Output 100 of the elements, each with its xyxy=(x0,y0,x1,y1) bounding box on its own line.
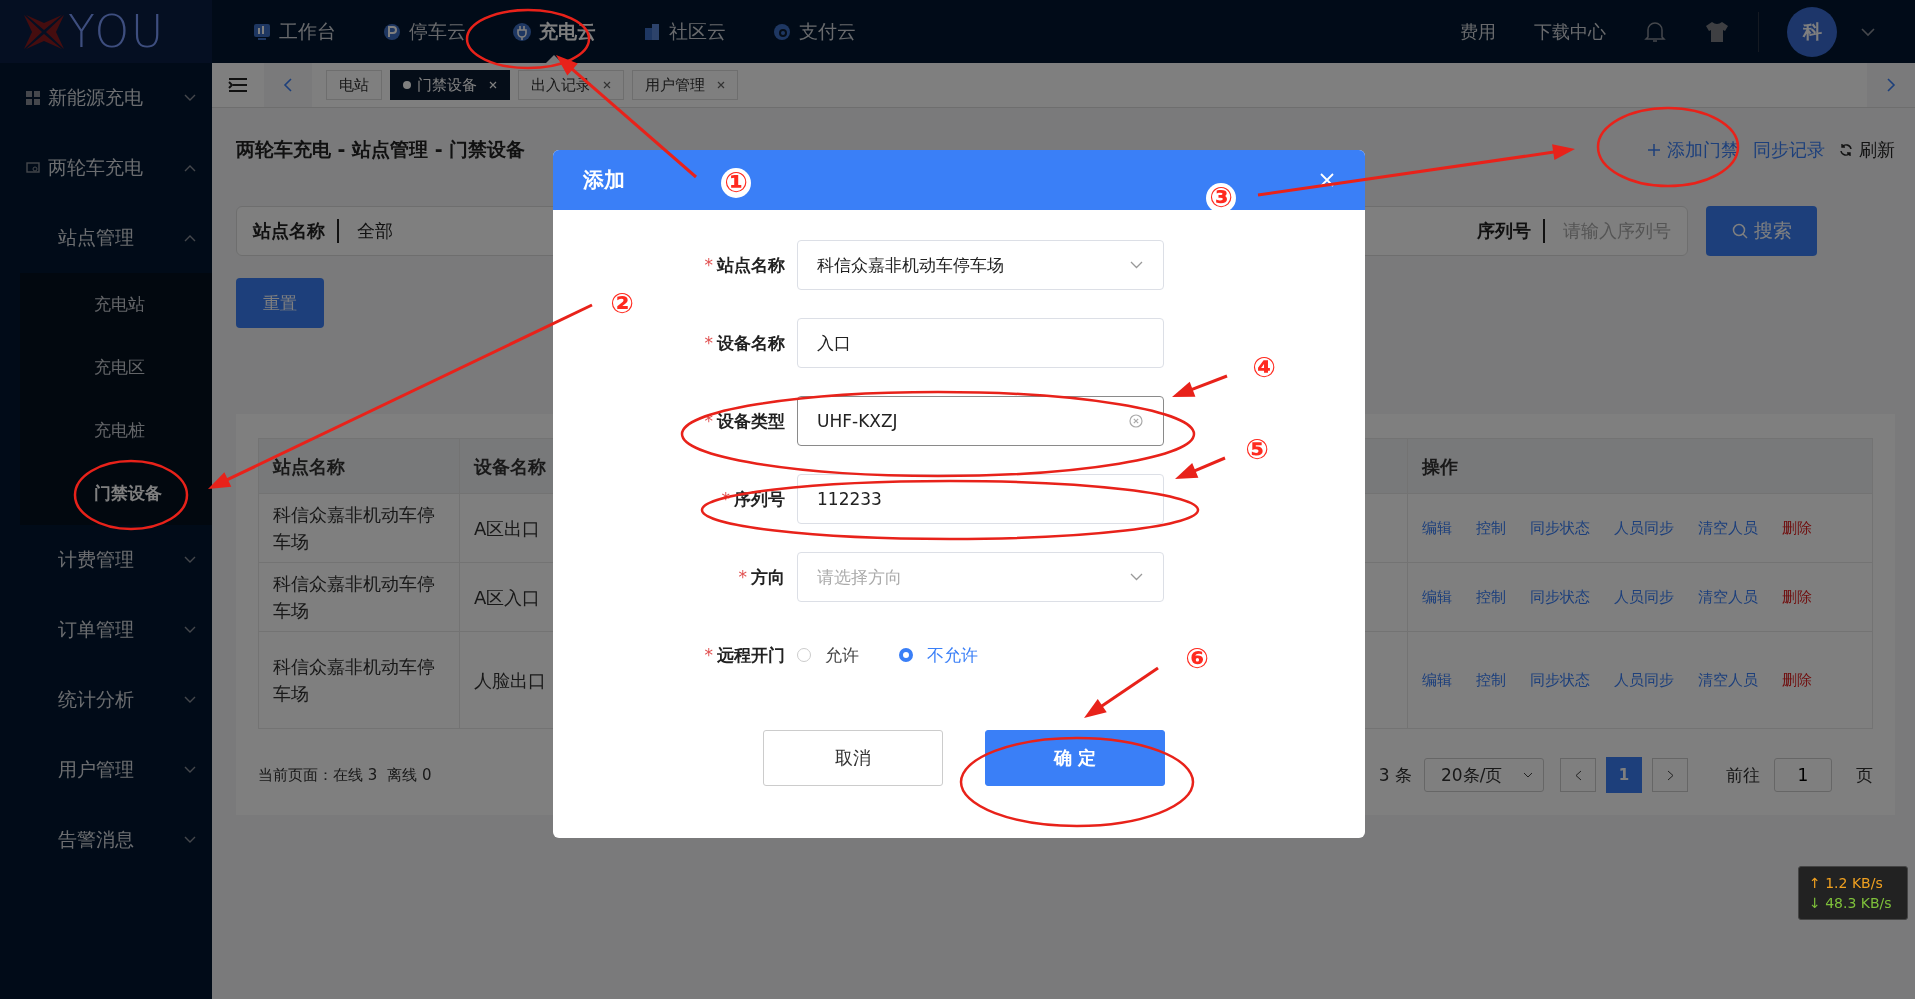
select-field[interactable]: 科信众嘉非机动车停车场 xyxy=(797,240,1164,290)
chevron-down-icon xyxy=(1130,261,1143,269)
sync-log-link[interactable]: 同步记录 xyxy=(1753,138,1825,162)
row-action-link[interactable]: 控制 xyxy=(1476,585,1506,609)
field-label: * 设备名称 xyxy=(703,331,786,355)
shirt-icon[interactable] xyxy=(1704,19,1730,44)
page-tab[interactable]: 门禁设备 xyxy=(390,70,510,100)
menu-item[interactable]: 新能源充电 xyxy=(0,63,212,133)
top-link[interactable]: 下载中心 xyxy=(1534,19,1606,44)
table-cell-text: 科信众嘉非机动车停车场 xyxy=(272,503,436,554)
column-header: 操作 xyxy=(1407,439,1872,493)
goto-label: 前往 xyxy=(1726,763,1760,787)
user-avatar[interactable]: 科 xyxy=(1787,6,1837,57)
text-field[interactable]: 112233 xyxy=(797,474,1164,524)
page-suffix: 页 xyxy=(1856,763,1873,787)
row-action-link[interactable]: 人员同步 xyxy=(1614,516,1674,540)
text-field[interactable]: 入口 xyxy=(797,318,1164,368)
chevron-up-icon xyxy=(184,164,196,172)
row-action-link[interactable]: 删除 xyxy=(1782,585,1812,609)
row-action-link[interactable]: 清空人员 xyxy=(1698,516,1758,540)
page-tab[interactable]: 电站 xyxy=(326,70,382,100)
reset-button[interactable]: 重置 xyxy=(236,278,324,328)
page-tab[interactable]: 用户管理 xyxy=(632,70,738,100)
nav-item[interactable]: 支付云 xyxy=(752,0,876,63)
refresh-button[interactable]: 刷新 xyxy=(1839,138,1895,162)
chevron-down-icon[interactable] xyxy=(1861,26,1875,37)
bell-icon[interactable] xyxy=(1644,19,1666,44)
clear-icon[interactable] xyxy=(1129,414,1143,428)
chevron-right-icon xyxy=(1886,78,1896,92)
chevron-down-icon xyxy=(184,626,196,634)
field-label: * 远程开门 xyxy=(703,643,786,667)
status-text: 当前页面：在线 3 xyxy=(258,765,378,785)
menu-item[interactable]: 订单管理 xyxy=(0,595,212,665)
row-action-link[interactable]: 人员同步 xyxy=(1614,585,1674,609)
building-icon xyxy=(642,21,662,42)
chevron-down-icon xyxy=(184,94,196,102)
chevron-left-icon xyxy=(1574,769,1582,781)
row-action-link[interactable]: 清空人员 xyxy=(1698,668,1758,692)
total-count: 3 条 xyxy=(1378,763,1412,787)
menu-item[interactable]: 站点管理 xyxy=(0,203,212,273)
page-size-select[interactable]: 20条/页 xyxy=(1424,758,1544,792)
search-button[interactable]: 搜索 xyxy=(1706,206,1817,256)
step-number: ② xyxy=(610,287,634,320)
menu-item[interactable]: 统计分析 xyxy=(0,665,212,735)
refresh-icon xyxy=(1839,143,1853,157)
cancel-button[interactable]: 取消 xyxy=(763,730,943,786)
menu-icon[interactable] xyxy=(228,77,248,93)
row-action-link[interactable]: 编辑 xyxy=(1422,585,1452,609)
row-action-link[interactable]: 人员同步 xyxy=(1614,668,1674,692)
radio-option[interactable]: 不允许 xyxy=(899,643,978,667)
menu-item[interactable]: 充电站 xyxy=(20,273,212,336)
plug-icon xyxy=(512,21,532,42)
menu-item[interactable]: 告警消息 xyxy=(0,805,212,875)
radio-option[interactable]: 允许 xyxy=(797,643,859,667)
field-label: * 方向 xyxy=(737,565,786,589)
page-number[interactable]: 1 xyxy=(1606,757,1642,793)
nav-item[interactable]: 社区云 xyxy=(622,0,746,63)
upload-speed: ↑ 1.2 KB/s xyxy=(1809,873,1884,893)
page-title: 两轮车充电 - 站点管理 - 门禁设备 xyxy=(236,137,526,162)
confirm-button[interactable]: 确 定 xyxy=(985,730,1165,786)
row-action-link[interactable]: 同步状态 xyxy=(1530,516,1590,540)
chevron-down-icon xyxy=(1130,573,1143,581)
nav-item[interactable]: 停车云 xyxy=(362,0,486,63)
row-action-link[interactable]: 同步状态 xyxy=(1530,585,1590,609)
text-field[interactable]: UHF-KXZJ xyxy=(797,396,1164,446)
menu-item[interactable]: 充电桩 xyxy=(20,399,212,462)
table-cell-text: 科信众嘉非机动车停车场 xyxy=(272,655,436,706)
logo-text: YOU xyxy=(68,6,166,57)
goto-page-field[interactable]: 1 xyxy=(1774,758,1832,792)
table-cell-text: 科信众嘉非机动车停车场 xyxy=(272,572,436,623)
menu-item[interactable]: 计费管理 xyxy=(0,525,212,595)
annotation-arrow xyxy=(1172,374,1228,397)
menu-item[interactable]: 用户管理 xyxy=(0,735,212,805)
grid-icon xyxy=(26,91,40,105)
next-page-button[interactable] xyxy=(1652,758,1688,792)
row-action-link[interactable]: 删除 xyxy=(1782,668,1812,692)
status-text: 离线 0 xyxy=(387,765,432,785)
row-action-link[interactable]: 控制 xyxy=(1476,668,1506,692)
row-action-link[interactable]: 控制 xyxy=(1476,516,1506,540)
row-action-link[interactable]: 删除 xyxy=(1782,516,1812,540)
prev-page-button[interactable] xyxy=(1560,758,1596,792)
menu-item[interactable]: 充电区 xyxy=(20,336,212,399)
nav-item[interactable]: 工作台 xyxy=(232,0,356,63)
menu-item[interactable]: 门禁设备 xyxy=(20,462,212,525)
select-field[interactable]: 请选择方向 xyxy=(797,552,1164,602)
close-icon[interactable] xyxy=(717,81,725,89)
row-action-link[interactable]: 编辑 xyxy=(1422,668,1452,692)
row-action-link[interactable]: 清空人员 xyxy=(1698,585,1758,609)
chevron-down-icon xyxy=(184,696,196,704)
row-action-link[interactable]: 同步状态 xyxy=(1530,668,1590,692)
parking-icon xyxy=(382,21,402,42)
row-action-link[interactable]: 编辑 xyxy=(1422,516,1452,540)
search-icon xyxy=(1731,223,1748,239)
dialog-title: 添加 xyxy=(583,167,625,194)
field-label: * 站点名称 xyxy=(703,253,786,277)
top-link[interactable]: 费用 xyxy=(1460,19,1496,44)
monitor-icon xyxy=(26,161,40,175)
step-number: ④ xyxy=(1252,351,1276,384)
close-icon[interactable] xyxy=(603,81,611,89)
menu-item[interactable]: 两轮车充电 xyxy=(0,133,212,203)
